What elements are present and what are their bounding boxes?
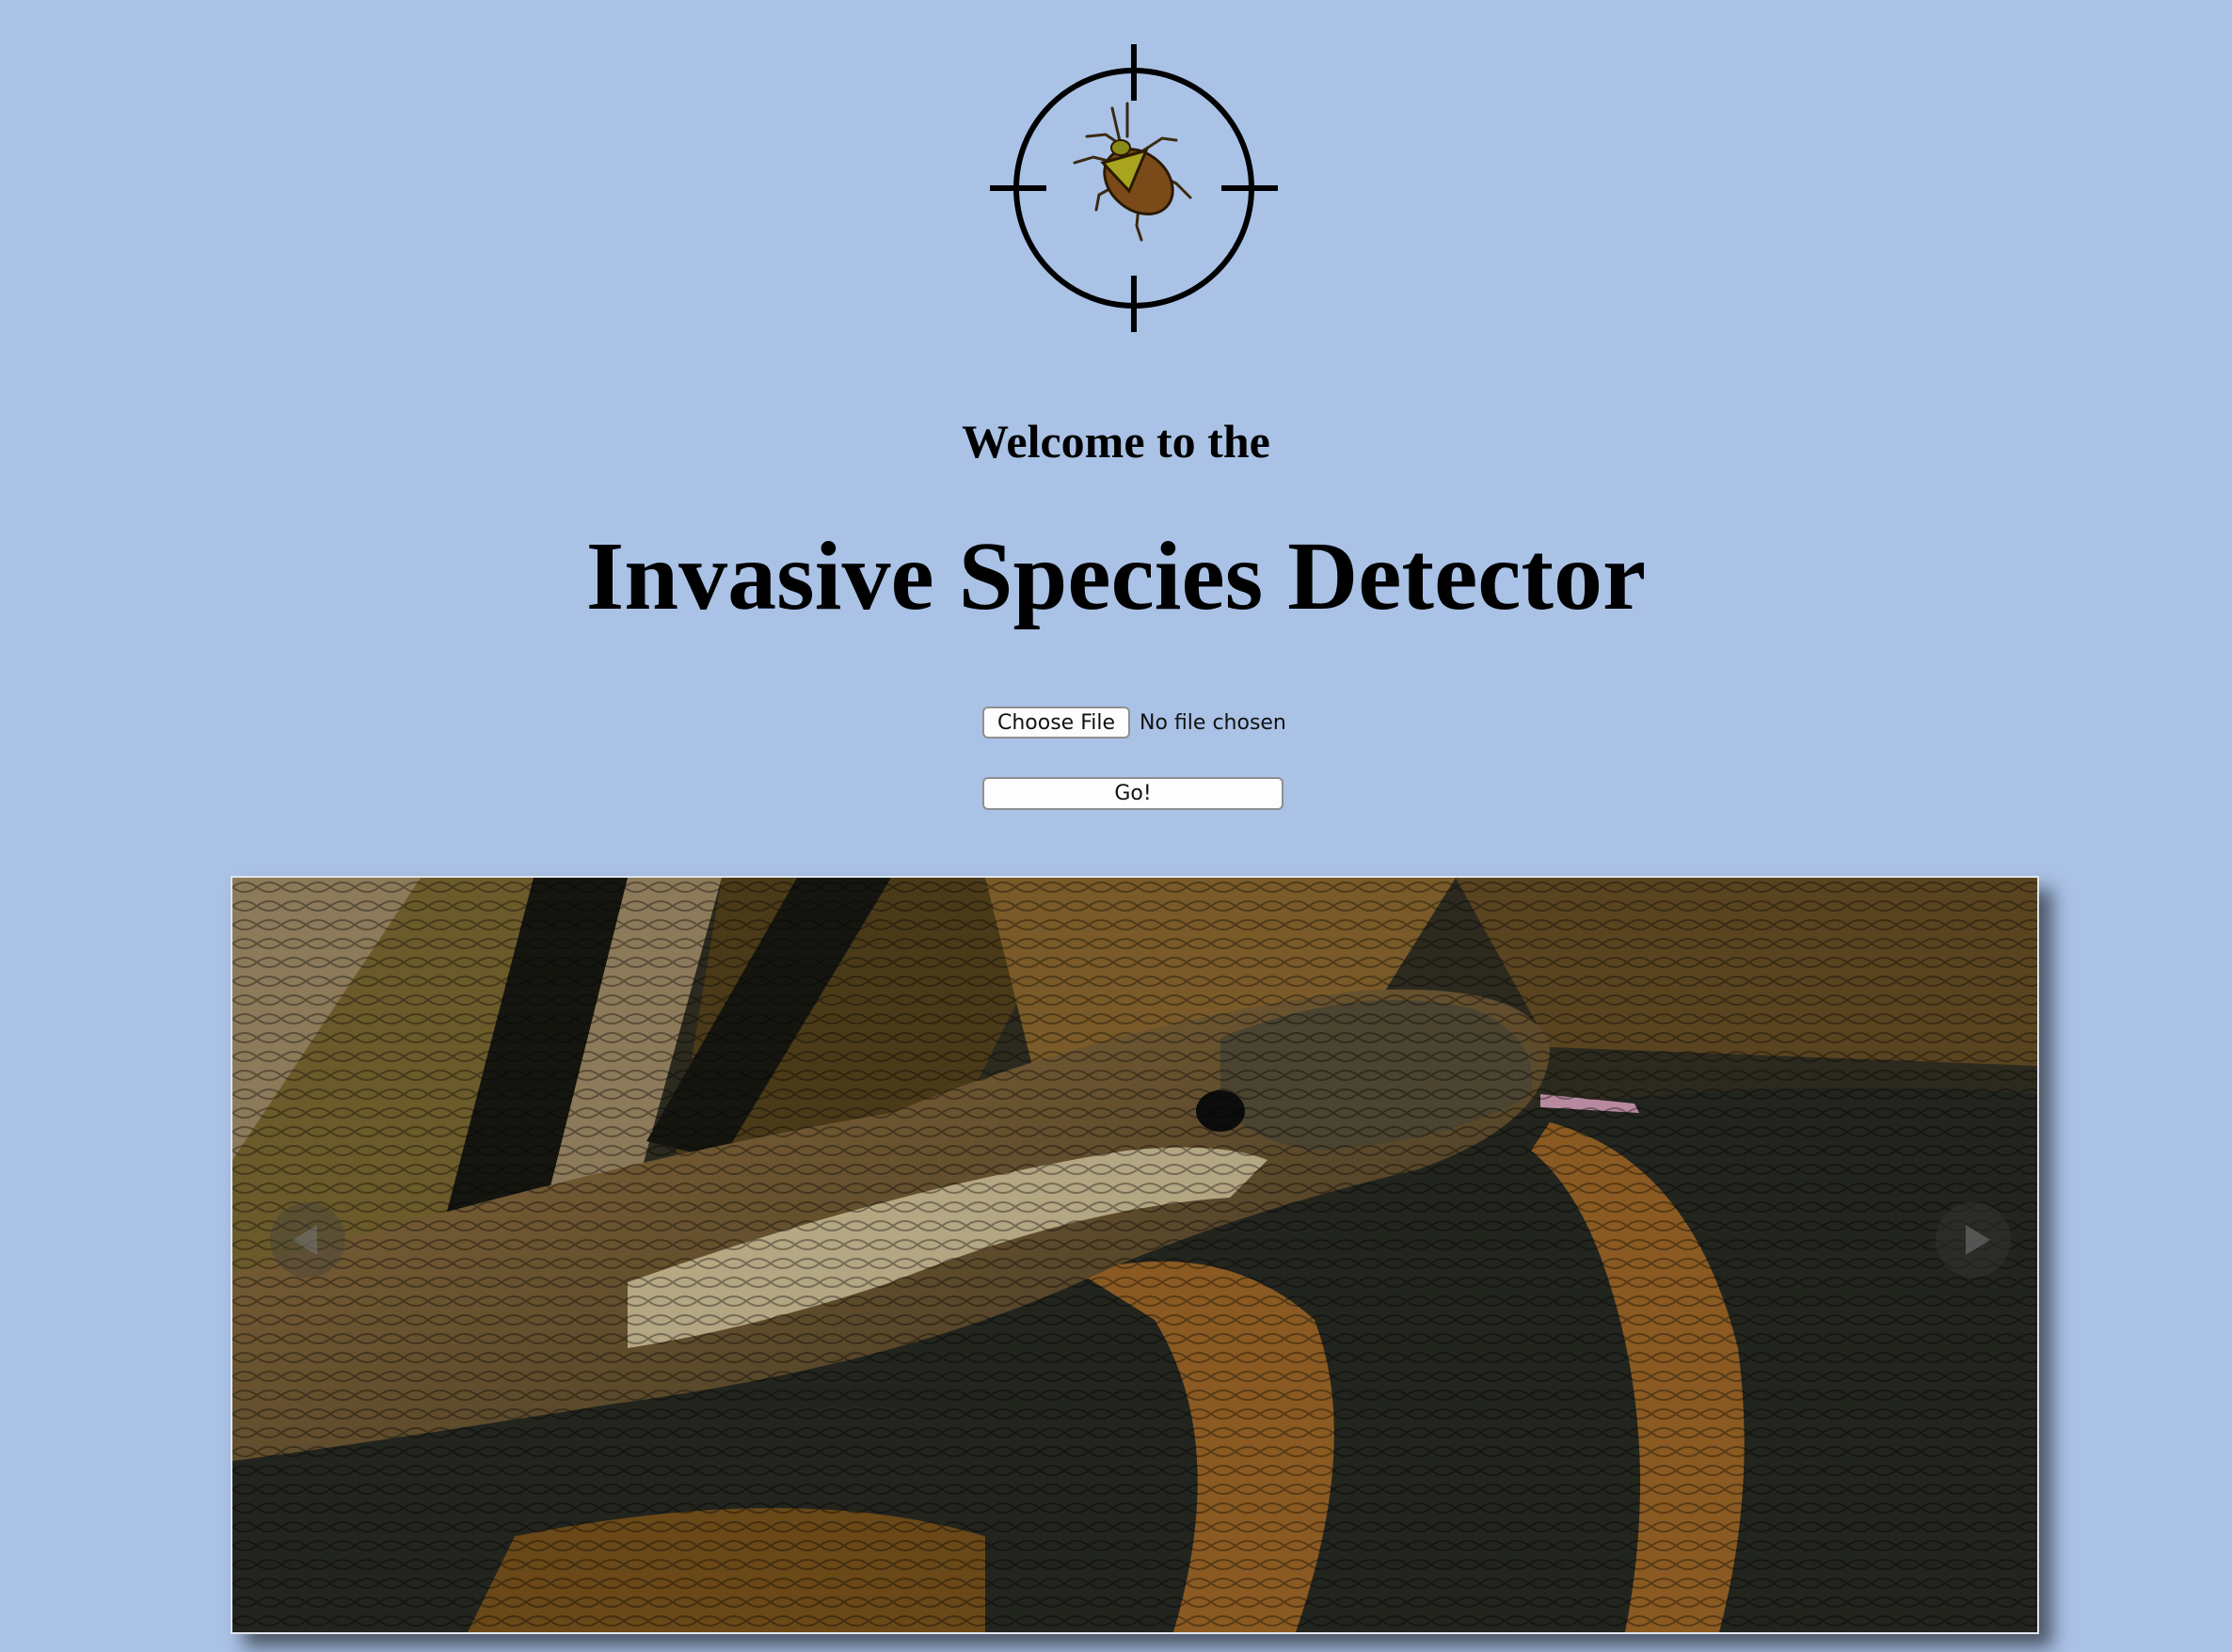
go-button[interactable]: Go! (982, 777, 1283, 810)
python-snake-photo (232, 878, 2037, 1632)
page-title: Invasive Species Detector (585, 522, 1647, 630)
image-slideshow (231, 876, 2039, 1634)
welcome-heading: Welcome to the (962, 415, 1270, 468)
choose-file-button[interactable]: Choose File (982, 707, 1131, 739)
file-status-text: No file chosen (1140, 710, 1286, 735)
bug-crosshair-icon (990, 44, 1278, 332)
next-slide-button[interactable] (1936, 1202, 2011, 1278)
prev-slide-button[interactable] (270, 1202, 345, 1278)
file-input[interactable]: Choose File No file chosen (982, 706, 1286, 739)
